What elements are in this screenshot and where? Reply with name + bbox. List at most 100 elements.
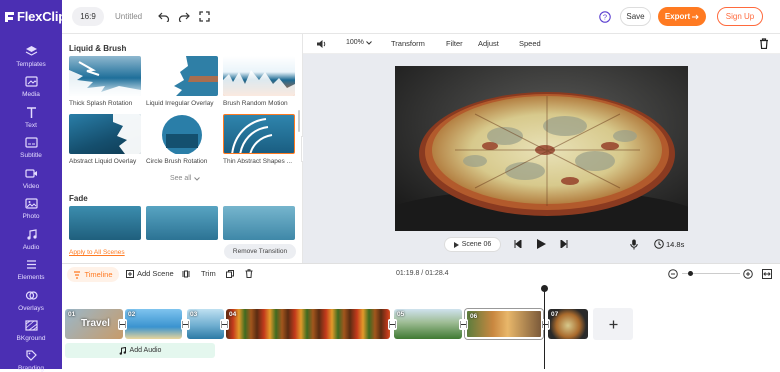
microphone-icon[interactable] [630, 239, 638, 250]
logo[interactable]: FlexClip [4, 9, 66, 24]
video-preview[interactable] [395, 66, 688, 231]
adjust-button[interactable]: Adjust [478, 39, 499, 48]
duplicate-icon[interactable] [226, 270, 234, 278]
nav-item-branding[interactable]: Branding [0, 348, 62, 372]
timeline-clip[interactable]: 04 [226, 309, 390, 339]
timeline-track: 01 Travel 02 03 04 05 06 07 Add Audio [62, 285, 780, 369]
edit-toolbar: 100% Transform Filter Adjust Speed [303, 34, 780, 54]
transition-thumb[interactable] [146, 206, 218, 240]
split-icon[interactable] [182, 270, 190, 278]
chevron-down-icon [194, 176, 201, 181]
aspect-ratio-label: 16:9 [80, 12, 96, 21]
transition-thumb[interactable] [146, 114, 218, 154]
pizza-image [395, 66, 688, 231]
background-icon [24, 318, 38, 332]
project-name[interactable]: Untitled [115, 12, 142, 21]
nav-item-overlays[interactable]: Overlays [0, 288, 62, 312]
timeline-clip[interactable]: 02 [125, 309, 182, 339]
transition-library: Liquid & Brush Thick Splash Rotation Liq… [62, 34, 303, 263]
svg-text:?: ? [603, 13, 607, 22]
see-all-link[interactable]: See all [170, 175, 201, 182]
nav-item-elements[interactable]: Elements [0, 257, 62, 281]
transition-icon [119, 321, 126, 328]
transition-icon [389, 321, 396, 328]
timeline-clip[interactable]: 03 [187, 309, 224, 339]
aspect-ratio-button[interactable]: 16:9 [72, 7, 104, 26]
transition-marker[interactable] [459, 319, 468, 330]
clip-number: 06 [470, 313, 478, 320]
add-audio-label: Add Audio [129, 347, 162, 354]
play-icon[interactable] [537, 239, 546, 249]
playhead-line[interactable] [544, 289, 545, 369]
zoom-out-icon[interactable] [668, 269, 678, 279]
save-label: Save [626, 12, 645, 21]
save-button[interactable]: Save [620, 7, 651, 26]
scene-selector[interactable]: Scene 06 [444, 237, 501, 252]
transition-thumb[interactable] [69, 114, 141, 154]
playhead-handle[interactable] [541, 285, 548, 292]
transition-thumb[interactable] [223, 206, 295, 240]
timeline-clip[interactable]: 05 [394, 309, 462, 339]
add-clip-button[interactable] [593, 308, 633, 340]
transition-thumb[interactable] [69, 206, 141, 240]
top-bar: 16:9 Untitled ? Save Export Sign Up [62, 0, 780, 34]
help-icon[interactable]: ? [599, 11, 611, 23]
volume-icon[interactable] [316, 39, 327, 49]
transform-button[interactable]: Transform [391, 39, 425, 48]
zoom-in-icon[interactable] [743, 269, 753, 279]
export-label: Export [664, 12, 691, 21]
nav-label: Elements [17, 274, 45, 281]
nav-item-photo[interactable]: Photo [0, 196, 62, 220]
nav-item-audio[interactable]: Audio [0, 227, 62, 251]
flexclip-logo-icon [4, 11, 15, 23]
trash-icon[interactable] [759, 38, 769, 49]
redo-icon[interactable] [178, 11, 190, 22]
zoom-slider-handle[interactable] [688, 271, 693, 276]
transition-thumb[interactable] [69, 56, 141, 96]
nav-label: Overlays [18, 305, 44, 312]
undo-icon[interactable] [158, 11, 170, 22]
speed-button[interactable]: Speed [519, 39, 541, 48]
transition-marker[interactable] [118, 319, 127, 330]
trim-button[interactable]: Trim [201, 269, 216, 278]
timeline-clip[interactable]: 07 [548, 309, 588, 339]
transition-label: Thick Splash Rotation [69, 100, 133, 107]
music-note-icon [119, 346, 126, 355]
fit-timeline-icon[interactable] [762, 269, 772, 279]
remove-transition-button[interactable]: Remove Transition [224, 244, 296, 259]
timeline-clip[interactable]: 06 [465, 309, 543, 339]
transition-thumb[interactable] [223, 56, 295, 96]
apply-all-link[interactable]: Apply to All Scenes [69, 249, 125, 256]
transition-thumb[interactable] [223, 114, 295, 154]
transition-icon [460, 321, 467, 328]
transition-thumb[interactable] [146, 56, 218, 96]
chevron-down-icon [366, 40, 372, 45]
transition-marker[interactable] [541, 319, 550, 330]
transition-marker[interactable] [181, 319, 190, 330]
library-scrollbar[interactable] [298, 110, 300, 132]
add-scene-button[interactable]: Add Scene [126, 269, 174, 278]
next-icon[interactable] [560, 240, 568, 248]
nav-item-video[interactable]: Video [0, 166, 62, 190]
nav-item-subtitle[interactable]: Subtitle [0, 135, 62, 159]
previous-icon[interactable] [514, 240, 522, 248]
nav-item-media[interactable]: Media [0, 74, 62, 98]
nav-item-background[interactable]: BKground [0, 318, 62, 342]
sign-up-label: Sign Up [725, 12, 755, 21]
sign-up-button[interactable]: Sign Up [717, 7, 763, 26]
transition-marker[interactable] [220, 319, 229, 330]
nav-item-text[interactable]: Text [0, 105, 62, 129]
timeline-tab[interactable]: Timeline [67, 267, 119, 282]
see-all-label: See all [170, 175, 192, 182]
add-audio-button[interactable]: Add Audio [65, 343, 215, 358]
media-icon [24, 74, 38, 88]
export-button[interactable]: Export [658, 7, 706, 26]
filter-button[interactable]: Filter [446, 39, 463, 48]
timeline-clip[interactable]: 01 Travel [65, 309, 123, 339]
nav-item-templates[interactable]: Templates [0, 44, 62, 68]
section-title-fade: Fade [69, 194, 88, 203]
zoom-select[interactable]: 100% [346, 39, 372, 46]
transition-marker[interactable] [388, 319, 397, 330]
fullscreen-icon[interactable] [199, 11, 210, 22]
delete-icon[interactable] [245, 269, 253, 278]
